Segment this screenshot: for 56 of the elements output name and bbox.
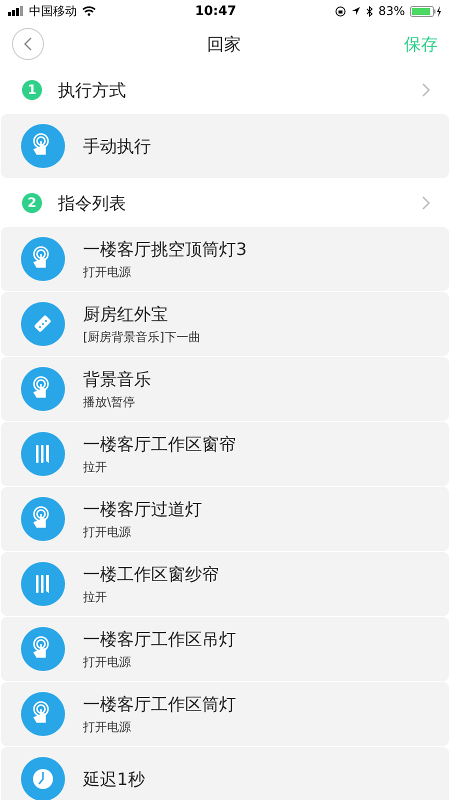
- tap-hand-icon: [21, 497, 65, 541]
- section-title: 指令列表: [58, 192, 127, 214]
- command-title: 一楼客厅过道灯: [83, 498, 202, 520]
- page-title: 回家: [207, 34, 241, 56]
- curtain-icon: [21, 432, 65, 476]
- curtain-icon: [21, 562, 65, 606]
- command-title: 一楼客厅工作区筒灯: [83, 694, 236, 716]
- section-title: 执行方式: [58, 80, 127, 102]
- chevron-right-icon[interactable]: [422, 83, 430, 97]
- command-card[interactable]: 厨房红外宝 [厨房背景音乐]下一曲: [1, 292, 449, 356]
- tap-hand-icon: [21, 237, 65, 281]
- command-action: 打开电源: [83, 718, 132, 736]
- remote-control-icon: [21, 302, 65, 346]
- step-number: 2: [22, 193, 42, 213]
- wifi-icon: [82, 6, 96, 16]
- tap-hand-icon: [21, 367, 65, 411]
- command-card[interactable]: 一楼客厅工作区吊灯 打开电源: [1, 617, 449, 681]
- step-number: 1: [22, 80, 42, 100]
- command-title: 手动执行: [83, 136, 151, 158]
- command-card[interactable]: 延迟1秒: [1, 747, 449, 800]
- tap-hand-icon: [21, 124, 65, 168]
- command-title: 一楼客厅工作区窗帘: [83, 434, 236, 456]
- command-title: 厨房红外宝: [83, 304, 169, 326]
- command-card[interactable]: 一楼客厅工作区筒灯 打开电源: [1, 682, 449, 746]
- command-action: 播放\暂停: [83, 394, 136, 410]
- location-icon: [351, 6, 362, 16]
- clock-icon: [21, 757, 65, 800]
- orientation-lock-icon: [335, 6, 346, 16]
- command-action: 拉开: [83, 458, 108, 476]
- signal-icon: [8, 6, 24, 16]
- command-title: 一楼客厅工作区吊灯: [83, 628, 236, 650]
- clock-time: 10:47: [194, 4, 236, 18]
- command-action: 拉开: [83, 588, 108, 606]
- command-action: 打开电源: [83, 524, 132, 540]
- command-card[interactable]: 一楼客厅过道灯 打开电源: [1, 487, 449, 551]
- command-card[interactable]: 一楼客厅工作区窗帘 拉开: [1, 422, 449, 486]
- back-button[interactable]: [12, 28, 44, 60]
- command-title: 一楼客厅挑空顶筒灯3: [83, 238, 247, 260]
- command-action: [厨房背景音乐]下一曲: [83, 328, 200, 346]
- carrier-name: 中国移动: [29, 2, 77, 20]
- command-card[interactable]: 一楼工作区窗纱帘 拉开: [1, 552, 449, 616]
- command-title: 延迟1秒: [83, 768, 145, 790]
- command-card[interactable]: 手动执行: [1, 114, 449, 178]
- command-action: 打开电源: [83, 264, 132, 280]
- bluetooth-icon: [366, 6, 374, 16]
- command-card[interactable]: 背景音乐 播放\暂停: [1, 357, 449, 421]
- command-title: 背景音乐: [83, 368, 151, 390]
- chevron-left-icon: [24, 37, 32, 51]
- battery-percent: 83%: [378, 4, 405, 18]
- tap-hand-icon: [21, 692, 65, 736]
- command-card[interactable]: 一楼客厅挑空顶筒灯3 打开电源: [1, 227, 449, 291]
- chevron-right-icon[interactable]: [422, 196, 430, 210]
- command-title: 一楼工作区窗纱帘: [83, 564, 219, 586]
- battery-charging-icon: [410, 6, 442, 16]
- command-action: 打开电源: [83, 654, 132, 670]
- tap-hand-icon: [21, 627, 65, 671]
